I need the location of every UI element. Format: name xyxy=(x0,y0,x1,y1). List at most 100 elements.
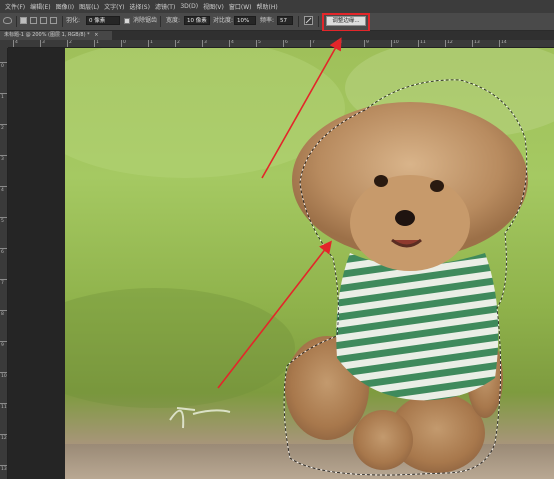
contrast-label: 对比度: xyxy=(213,17,234,24)
ruler-label: 1 xyxy=(150,40,153,45)
ruler-label: 0 xyxy=(1,64,4,69)
ruler-label: 5 xyxy=(1,219,4,224)
ruler-tick xyxy=(175,40,176,47)
ruler-label: 0 xyxy=(123,40,126,45)
ruler-label: 2 xyxy=(1,126,4,131)
ruler-label: 7 xyxy=(312,40,315,45)
ruler-tick xyxy=(0,434,7,435)
ruler-tick xyxy=(283,40,284,47)
feather-label: 羽化: xyxy=(66,17,81,24)
ruler-label: 7 xyxy=(1,281,4,286)
ruler-label: 3 xyxy=(1,157,4,162)
ruler-label: 9 xyxy=(366,40,369,45)
menu-3d[interactable]: 3D(D) xyxy=(180,3,198,10)
contrast-input[interactable]: 10% xyxy=(234,16,256,25)
ruler-label: 4 xyxy=(15,40,18,45)
ruler-label: 4 xyxy=(231,40,234,45)
ruler-tick xyxy=(391,40,392,47)
ruler-tick xyxy=(67,40,68,47)
close-icon[interactable]: × xyxy=(94,32,98,38)
ruler-label: 2 xyxy=(177,40,180,45)
menu-help[interactable]: 帮助(H) xyxy=(257,2,278,11)
ruler-label: 10 xyxy=(1,374,7,379)
antialias-checkbox[interactable] xyxy=(124,18,130,24)
ruler-label: 12 xyxy=(447,40,453,45)
ruler-tick xyxy=(256,40,257,47)
ruler-tick xyxy=(0,403,7,404)
ruler-label: 5 xyxy=(258,40,261,45)
menu-image[interactable]: 图像(I) xyxy=(56,2,74,11)
document-tab-bar: 未标题-1 @ 200% (图层 1, RGB/8) * × xyxy=(0,31,554,40)
document-tab-title: 未标题-1 @ 200% (图层 1, RGB/8) * xyxy=(4,32,90,38)
ruler-label: 1 xyxy=(1,95,4,100)
ruler-label: 3 xyxy=(204,40,207,45)
menu-view[interactable]: 视图(V) xyxy=(203,2,224,11)
ruler-tick xyxy=(472,40,473,47)
ruler-label: 6 xyxy=(1,250,4,255)
new-selection-icon[interactable] xyxy=(20,17,27,24)
ruler-label: 12 xyxy=(1,436,7,441)
frequency-input[interactable]: 57 xyxy=(277,16,293,25)
menu-type[interactable]: 文字(Y) xyxy=(104,2,124,11)
menu-edit[interactable]: 编辑(E) xyxy=(30,2,50,11)
ruler-tick xyxy=(202,40,203,47)
refine-edge-highlight xyxy=(322,13,370,32)
ruler-tick xyxy=(0,341,7,342)
options-separator xyxy=(298,16,299,27)
ruler-tick xyxy=(121,40,122,47)
options-separator xyxy=(160,16,161,27)
menu-layer[interactable]: 图层(L) xyxy=(79,2,99,11)
document-canvas[interactable] xyxy=(65,48,554,479)
ruler-vertical: 0 1 2 3 4 5 6 7 8 9 10 11 12 13 xyxy=(0,48,8,479)
ruler-tick xyxy=(0,279,7,280)
ruler-tick xyxy=(0,62,7,63)
ruler-tick xyxy=(0,248,7,249)
options-separator xyxy=(62,16,63,27)
options-separator xyxy=(318,16,319,27)
poodle-photo xyxy=(65,48,554,479)
ruler-label: 9 xyxy=(1,343,4,348)
ruler-label: 4 xyxy=(1,188,4,193)
frequency-label: 频率: xyxy=(260,17,275,24)
menu-select[interactable]: 选择(S) xyxy=(129,2,150,11)
menu-file[interactable]: 文件(F) xyxy=(5,2,25,11)
ruler-label: 6 xyxy=(285,40,288,45)
ruler-tick xyxy=(364,40,365,47)
options-bar: 羽化: 0 像素 消除锯齿 宽度: 10 像素 对比度: 10% 频率: 57 … xyxy=(0,13,554,31)
ruler-label: 11 xyxy=(420,40,426,45)
ruler-tick xyxy=(0,310,7,311)
ruler-tick xyxy=(148,40,149,47)
menu-window[interactable]: 窗口(W) xyxy=(229,2,252,11)
ruler-label: 10 xyxy=(393,40,399,45)
subtract-selection-icon[interactable] xyxy=(40,17,47,24)
ruler-label: 14 xyxy=(501,40,507,45)
ruler-label: 13 xyxy=(474,40,480,45)
ruler-label: 2 xyxy=(69,40,72,45)
ruler-tick xyxy=(13,40,14,47)
menu-bar: 文件(F) 编辑(E) 图像(I) 图层(L) 文字(Y) 选择(S) 滤镜(T… xyxy=(0,0,554,14)
ruler-tick xyxy=(0,372,7,373)
width-input[interactable]: 10 像素 xyxy=(184,16,210,25)
ruler-tick xyxy=(0,217,7,218)
options-separator xyxy=(16,16,17,27)
ruler-tick xyxy=(499,40,500,47)
menu-filter[interactable]: 滤镜(T) xyxy=(155,2,175,11)
ruler-label: 8 xyxy=(339,40,342,45)
pen-pressure-icon[interactable] xyxy=(304,16,313,25)
ruler-tick xyxy=(94,40,95,47)
ruler-tick xyxy=(337,40,338,47)
ruler-tick xyxy=(40,40,41,47)
lasso-tool-icon[interactable] xyxy=(3,17,12,24)
ruler-tick xyxy=(418,40,419,47)
ruler-tick xyxy=(0,155,7,156)
ruler-tick xyxy=(0,465,7,466)
ruler-corner xyxy=(0,40,8,48)
intersect-selection-icon[interactable] xyxy=(50,17,57,24)
ruler-tick xyxy=(229,40,230,47)
ruler-label: 3 xyxy=(42,40,45,45)
document-tab[interactable]: 未标题-1 @ 200% (图层 1, RGB/8) * × xyxy=(0,31,112,40)
ruler-tick xyxy=(445,40,446,47)
feather-input[interactable]: 0 像素 xyxy=(86,16,120,25)
canvas-pasteboard xyxy=(8,48,65,479)
add-selection-icon[interactable] xyxy=(30,17,37,24)
